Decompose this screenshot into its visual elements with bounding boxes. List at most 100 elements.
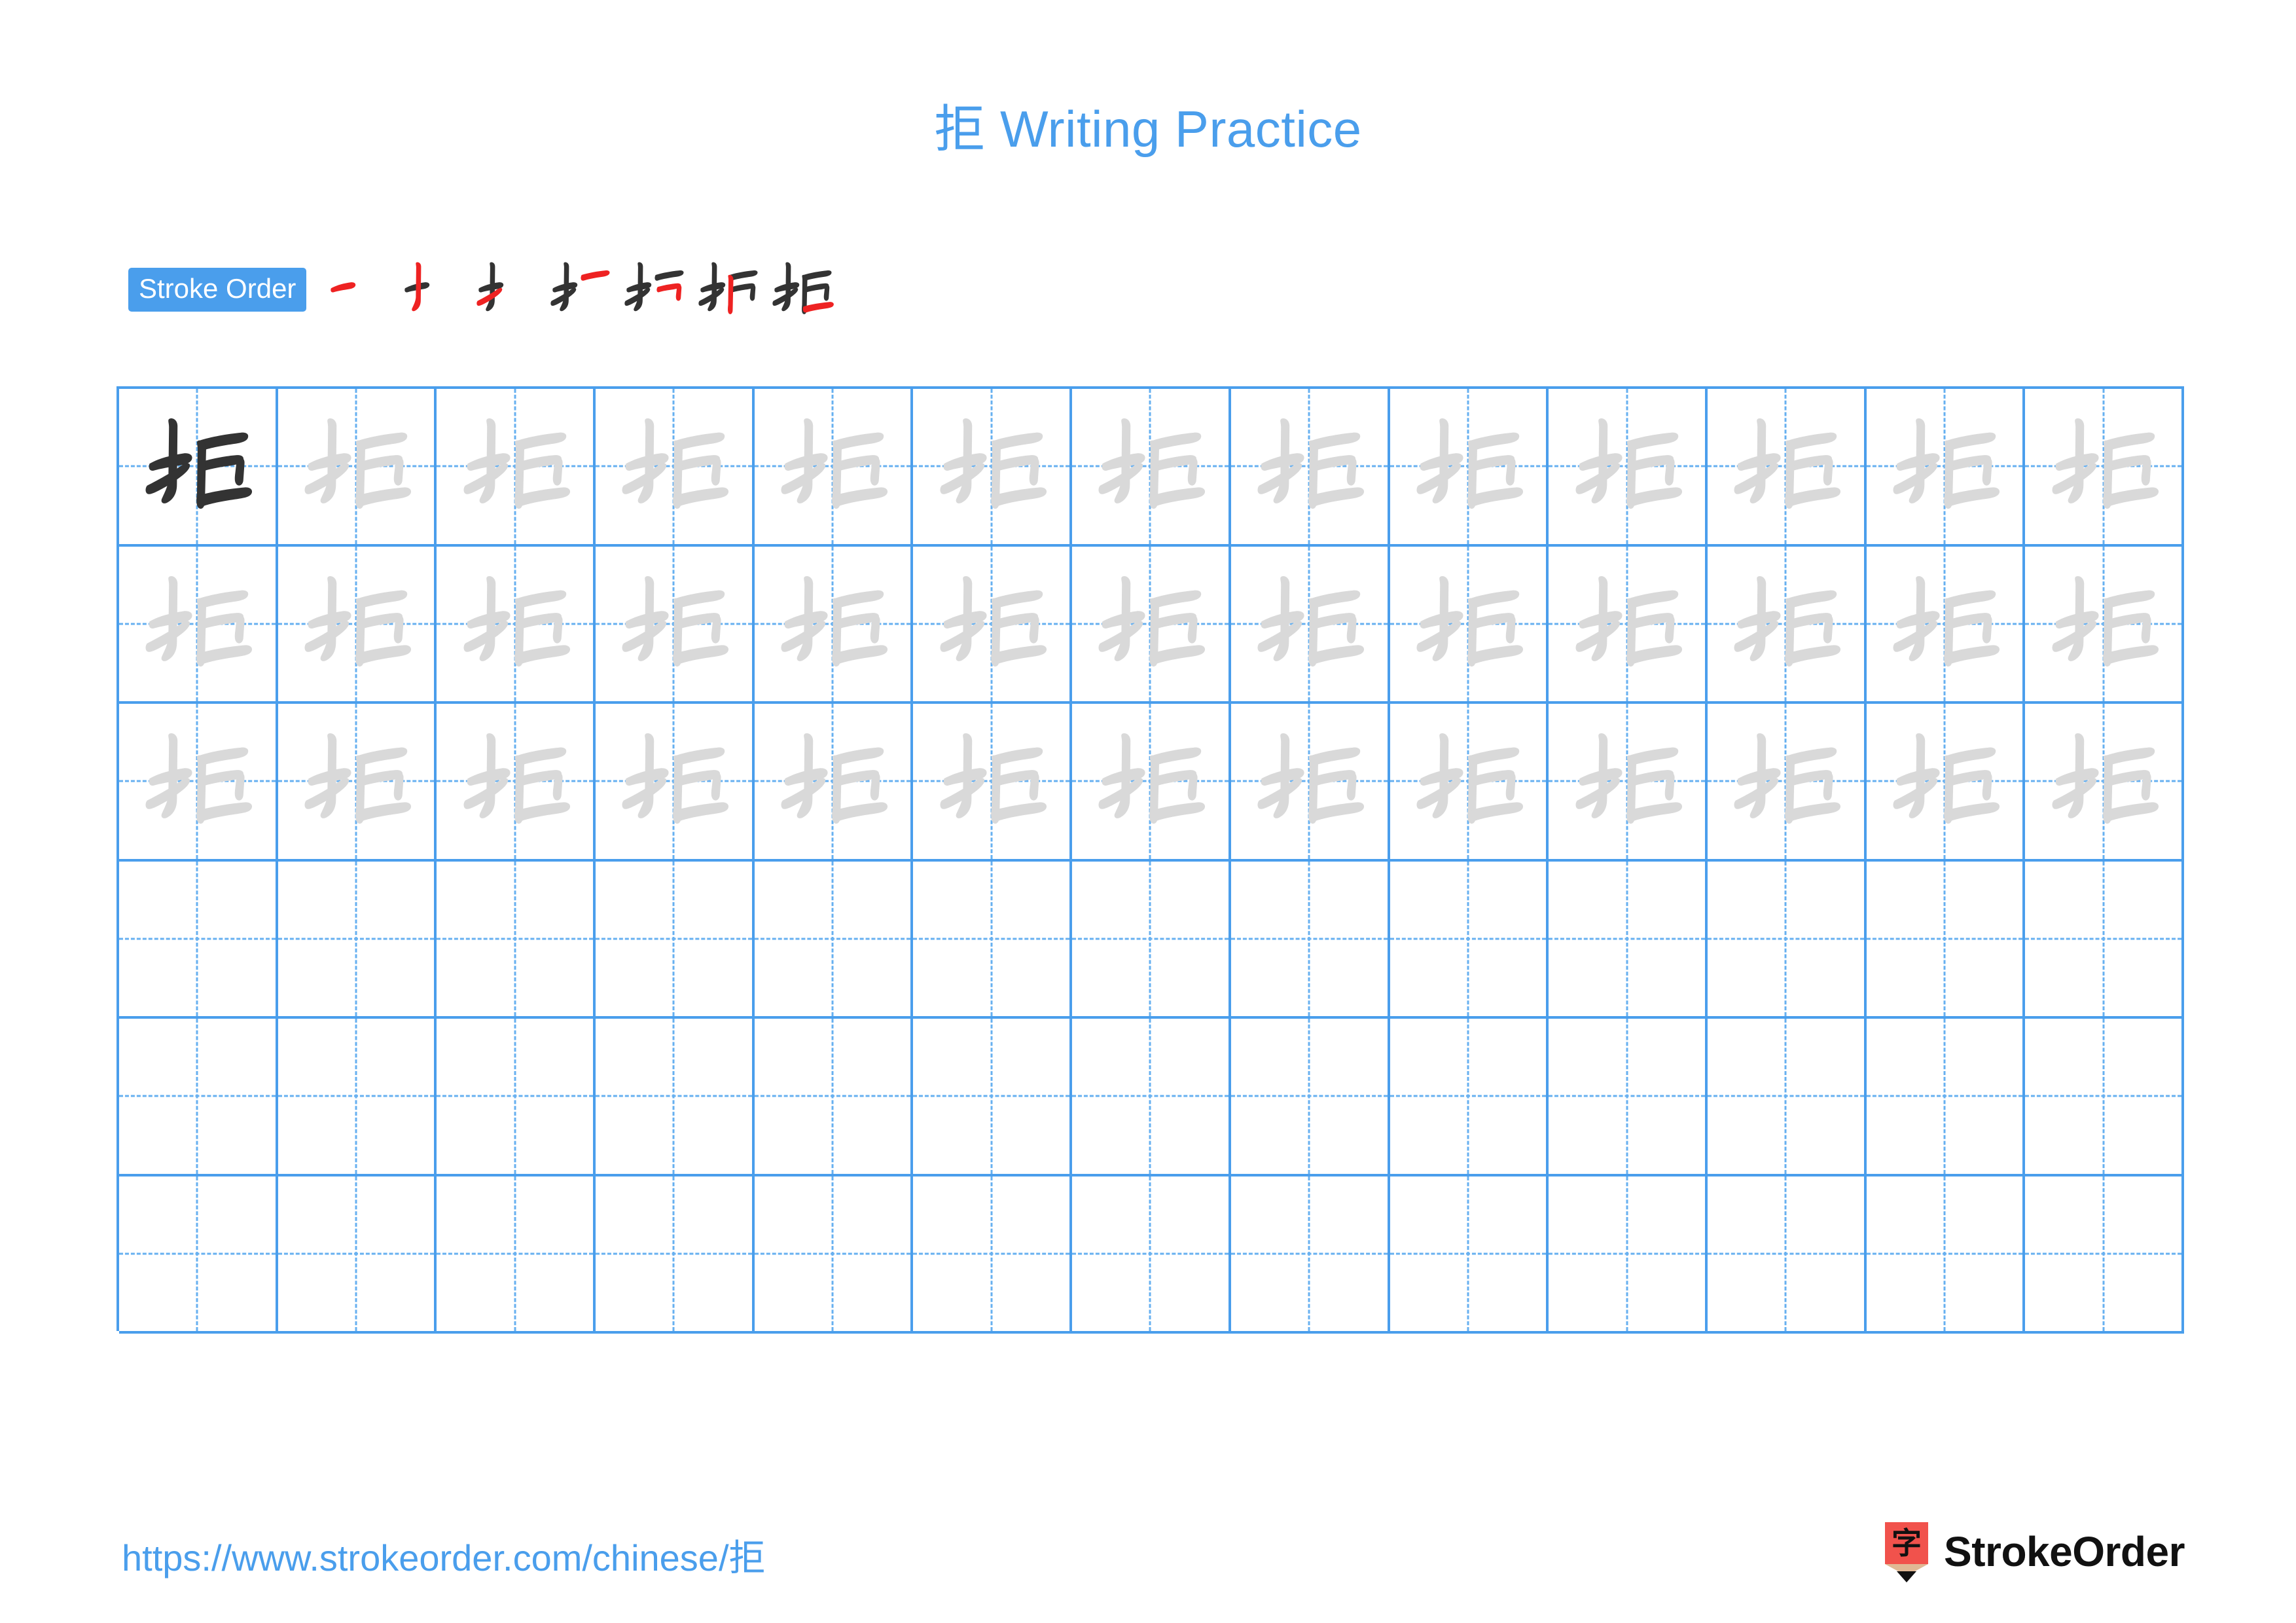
practice-cell[interactable] xyxy=(1549,389,1708,547)
practice-cell[interactable] xyxy=(1390,861,1549,1019)
practice-cell[interactable] xyxy=(1707,1019,1867,1176)
practice-cell[interactable] xyxy=(119,389,278,547)
trace-character xyxy=(278,547,435,702)
practice-cell[interactable] xyxy=(754,1176,914,1334)
practice-grid-row xyxy=(119,389,2184,547)
practice-cell[interactable] xyxy=(2025,546,2184,704)
source-url[interactable]: https://www.strokeorder.com/chinese/拒 xyxy=(122,1540,766,1577)
trace-character xyxy=(596,704,752,859)
trace-character xyxy=(755,547,911,702)
practice-cell[interactable] xyxy=(596,704,755,862)
practice-cell[interactable] xyxy=(1707,546,1867,704)
practice-cell[interactable] xyxy=(2025,1176,2184,1334)
practice-cell[interactable] xyxy=(1866,1019,2026,1176)
practice-cell[interactable] xyxy=(1549,704,1708,862)
practice-cell[interactable] xyxy=(437,861,596,1019)
practice-cell[interactable] xyxy=(1230,1019,1390,1176)
practice-cell[interactable] xyxy=(278,389,437,547)
practice-cell[interactable] xyxy=(754,389,914,547)
practice-cell[interactable] xyxy=(1866,546,2026,704)
trace-character xyxy=(755,389,911,544)
practice-cell[interactable] xyxy=(1390,1176,1549,1334)
practice-cell[interactable] xyxy=(278,1176,437,1334)
practice-cell[interactable] xyxy=(1390,704,1549,862)
trace-character xyxy=(1231,704,1388,859)
practice-cell[interactable] xyxy=(1230,389,1390,547)
practice-grid xyxy=(117,386,2184,1334)
practice-cell[interactable] xyxy=(596,1019,755,1176)
practice-cell[interactable] xyxy=(278,1019,437,1176)
practice-cell[interactable] xyxy=(1707,389,1867,547)
trace-character xyxy=(913,704,1069,859)
practice-cell[interactable] xyxy=(1072,1019,1231,1176)
trace-character xyxy=(119,547,276,702)
stroke-order-section: Stroke Order xyxy=(128,250,841,329)
trace-character xyxy=(1549,704,1705,859)
practice-cell[interactable] xyxy=(1866,389,2026,547)
practice-cell[interactable] xyxy=(596,861,755,1019)
practice-cell[interactable] xyxy=(437,546,596,704)
practice-cell[interactable] xyxy=(1707,1176,1867,1334)
stroke-order-steps xyxy=(323,255,841,325)
practice-cell[interactable] xyxy=(2025,1019,2184,1176)
practice-cell[interactable] xyxy=(1707,861,1867,1019)
practice-cell[interactable] xyxy=(1549,546,1708,704)
practice-cell[interactable] xyxy=(119,546,278,704)
practice-cell[interactable] xyxy=(913,389,1073,547)
practice-cell[interactable] xyxy=(2025,389,2184,547)
practice-cell[interactable] xyxy=(596,1176,755,1334)
practice-cell[interactable] xyxy=(1072,389,1231,547)
practice-cell[interactable] xyxy=(754,1019,914,1176)
practice-cell[interactable] xyxy=(913,1176,1073,1334)
practice-cell[interactable] xyxy=(119,704,278,862)
practice-cell[interactable] xyxy=(1230,704,1390,862)
practice-cell[interactable] xyxy=(1390,1019,1549,1176)
practice-cell[interactable] xyxy=(1072,1176,1231,1334)
trace-character xyxy=(437,547,593,702)
practice-cell[interactable] xyxy=(437,1019,596,1176)
practice-cell[interactable] xyxy=(1549,1176,1708,1334)
practice-cell[interactable] xyxy=(754,861,914,1019)
practice-cell[interactable] xyxy=(1072,704,1231,862)
practice-cell[interactable] xyxy=(913,1019,1073,1176)
practice-cell[interactable] xyxy=(119,1176,278,1334)
trace-character xyxy=(1708,547,1864,702)
practice-cell[interactable] xyxy=(278,704,437,862)
trace-character xyxy=(2025,704,2181,859)
practice-cell[interactable] xyxy=(119,1019,278,1176)
practice-cell[interactable] xyxy=(1866,861,2026,1019)
practice-cell[interactable] xyxy=(1549,1019,1708,1176)
trace-character xyxy=(1867,547,2023,702)
practice-cell[interactable] xyxy=(119,861,278,1019)
practice-cell[interactable] xyxy=(437,389,596,547)
practice-cell[interactable] xyxy=(754,546,914,704)
practice-cell[interactable] xyxy=(913,704,1073,862)
practice-cell[interactable] xyxy=(278,861,437,1019)
practice-cell[interactable] xyxy=(2025,704,2184,862)
practice-cell[interactable] xyxy=(1072,546,1231,704)
practice-cell[interactable] xyxy=(596,546,755,704)
practice-cell[interactable] xyxy=(1390,389,1549,547)
practice-cell[interactable] xyxy=(754,704,914,862)
practice-cell[interactable] xyxy=(437,704,596,862)
practice-cell[interactable] xyxy=(1072,861,1231,1019)
practice-cell[interactable] xyxy=(913,546,1073,704)
practice-cell[interactable] xyxy=(1230,546,1390,704)
practice-cell[interactable] xyxy=(913,861,1073,1019)
practice-cell[interactable] xyxy=(1390,546,1549,704)
trace-character xyxy=(596,389,752,544)
practice-cell[interactable] xyxy=(1549,861,1708,1019)
trace-character xyxy=(2025,547,2181,702)
trace-character xyxy=(2025,389,2181,544)
trace-character xyxy=(1390,547,1547,702)
practice-cell[interactable] xyxy=(437,1176,596,1334)
practice-cell[interactable] xyxy=(2025,861,2184,1019)
practice-cell[interactable] xyxy=(1707,704,1867,862)
practice-cell[interactable] xyxy=(1230,1176,1390,1334)
practice-cell[interactable] xyxy=(1866,1176,2026,1334)
practice-cell[interactable] xyxy=(1866,704,2026,862)
practice-cell[interactable] xyxy=(278,546,437,704)
practice-grid-row xyxy=(119,861,2184,1019)
practice-cell[interactable] xyxy=(596,389,755,547)
practice-cell[interactable] xyxy=(1230,861,1390,1019)
